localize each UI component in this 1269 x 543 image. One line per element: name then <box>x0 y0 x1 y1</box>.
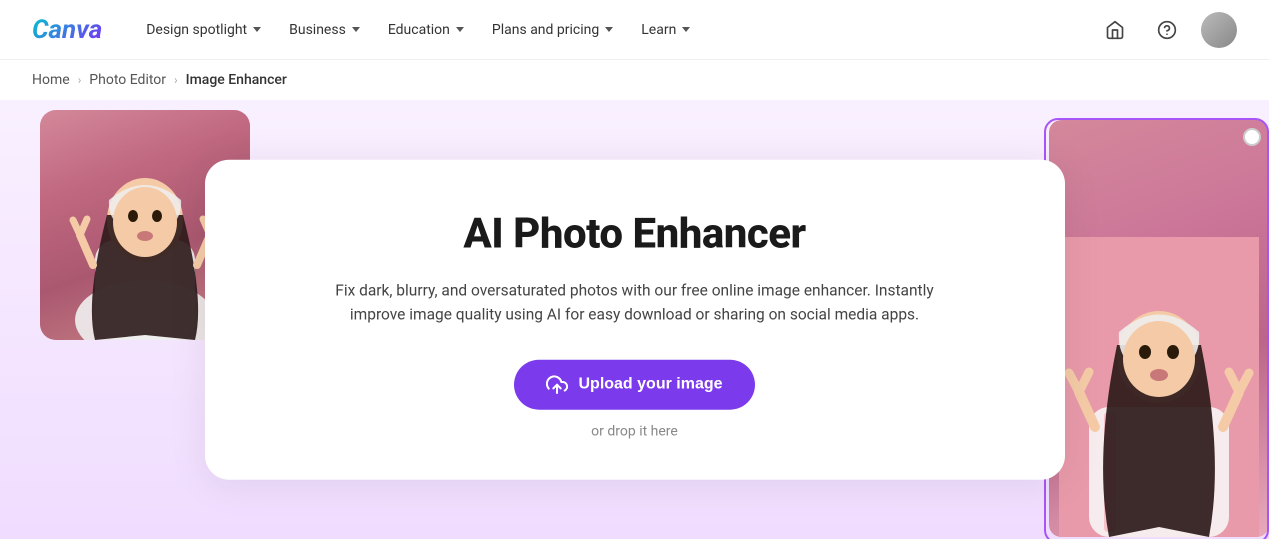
person-right-silhouette <box>1059 237 1259 537</box>
deco-right <box>1049 120 1269 537</box>
upload-button[interactable]: Upload your image <box>514 360 754 410</box>
breadcrumb-current: Image Enhancer <box>186 72 287 88</box>
nav-label-design-spotlight: Design spotlight <box>146 22 247 38</box>
hero-card: AI Photo Enhancer Fix dark, blurry, and … <box>205 159 1065 480</box>
drop-text: or drop it here <box>285 424 985 440</box>
chevron-down-icon <box>682 27 690 32</box>
nav-label-plans-pricing: Plans and pricing <box>492 22 599 38</box>
nav-right <box>1097 12 1237 48</box>
help-icon <box>1157 20 1177 40</box>
avatar-image <box>1201 12 1237 48</box>
canva-logo[interactable]: Canva <box>32 15 102 45</box>
nav-item-education[interactable]: Education <box>376 14 476 46</box>
breadcrumb-separator-1: › <box>78 73 82 87</box>
breadcrumb-separator-2: › <box>174 73 178 87</box>
chevron-down-icon <box>253 27 261 32</box>
chevron-down-icon <box>352 27 360 32</box>
hero-description: Fix dark, blurry, and oversaturated phot… <box>325 278 945 328</box>
person-left-silhouette <box>65 120 225 340</box>
corner-circle <box>1243 128 1261 146</box>
nav-label-learn: Learn <box>641 22 676 38</box>
upload-icon <box>546 374 568 396</box>
nav-label-education: Education <box>388 22 450 38</box>
nav-items: Design spotlight Business Education Plan… <box>134 14 1097 46</box>
hero-title: AI Photo Enhancer <box>285 209 985 258</box>
upload-button-label: Upload your image <box>578 376 722 394</box>
breadcrumb: Home › Photo Editor › Image Enhancer <box>0 60 1269 100</box>
breadcrumb-home[interactable]: Home <box>32 72 70 88</box>
right-photo <box>1049 120 1269 537</box>
chevron-down-icon <box>605 27 613 32</box>
nav-item-design-spotlight[interactable]: Design spotlight <box>134 14 273 46</box>
home-icon-button[interactable] <box>1097 12 1133 48</box>
avatar[interactable] <box>1201 12 1237 48</box>
nav-item-business[interactable]: Business <box>277 14 372 46</box>
navbar: Canva Design spotlight Business Educatio… <box>0 0 1269 60</box>
breadcrumb-photo-editor[interactable]: Photo Editor <box>89 72 166 88</box>
nav-item-learn[interactable]: Learn <box>629 14 702 46</box>
home-icon <box>1105 20 1125 40</box>
nav-item-plans-pricing[interactable]: Plans and pricing <box>480 14 625 46</box>
help-icon-button[interactable] <box>1149 12 1185 48</box>
main-content: AI Photo Enhancer Fix dark, blurry, and … <box>0 100 1269 539</box>
nav-label-business: Business <box>289 22 346 38</box>
chevron-down-icon <box>456 27 464 32</box>
